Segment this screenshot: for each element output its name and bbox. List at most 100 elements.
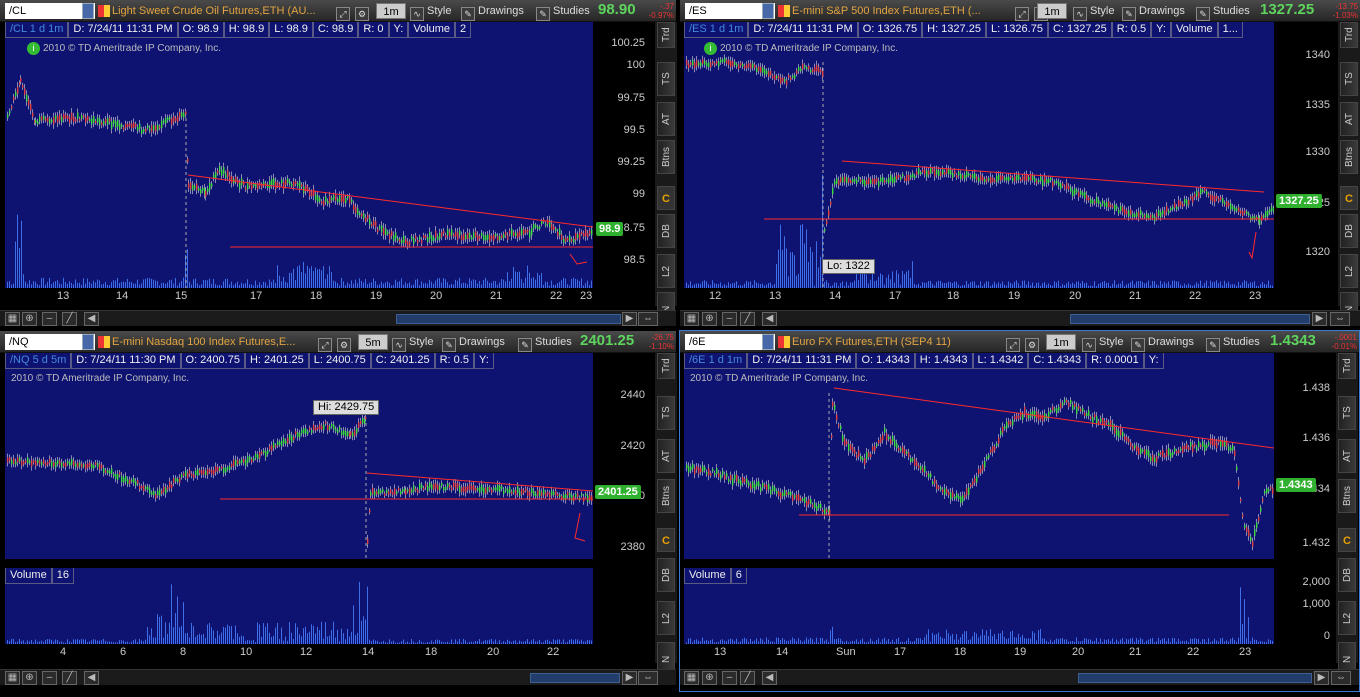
side-button-btns[interactable]: Btns — [657, 479, 675, 514]
zoom-icon[interactable]: ⊕ — [22, 312, 37, 326]
side-button-at[interactable]: AT — [657, 102, 675, 136]
scroll-left-icon[interactable]: ◀ — [762, 671, 777, 685]
side-button-db[interactable]: DB — [657, 214, 675, 248]
draw-line-icon[interactable]: ╱ — [62, 312, 77, 326]
scroll-right-icon[interactable]: ▶ — [622, 671, 637, 685]
price-axis[interactable]: 1.438 1.436 1.434 1.432 — [1274, 353, 1336, 559]
side-button-at[interactable]: AT — [1338, 438, 1356, 473]
style-button[interactable]: ∿ Style — [1082, 334, 1123, 352]
scroll-left-icon[interactable]: ◀ — [762, 312, 777, 326]
timeframe-button[interactable]: 1m — [376, 3, 406, 19]
minus-icon[interactable]: – — [42, 671, 57, 685]
symbol-dropdown[interactable] — [762, 3, 774, 19]
studies-button[interactable]: ✎ Studies — [1206, 334, 1260, 352]
price-plot[interactable]: /CL 1 d 1m D: 7/24/11 11:31 PM O: 98.9 H: 9… — [5, 22, 593, 288]
drawings-button[interactable]: ✎ Drawings — [1131, 334, 1194, 352]
price-axis[interactable]: 13401335133013251320 — [1274, 22, 1336, 288]
drawings-button[interactable]: ✎ Drawings — [1122, 3, 1185, 21]
scroll-left-icon[interactable]: ◀ — [84, 312, 99, 326]
side-button-c[interactable]: C — [657, 528, 675, 553]
studies-button[interactable]: ✎ Studies — [518, 334, 572, 352]
side-button-trd[interactable]: Trd — [657, 22, 675, 48]
drawings-button[interactable]: ✎ Drawings — [442, 334, 505, 352]
settings-icon[interactable]: ⚙ — [1025, 334, 1042, 352]
zoom-icon[interactable]: ⊕ — [22, 671, 37, 685]
chart-panel-nq[interactable]: /NQ E-mini Nasdaq 100 Index Futures,E...… — [0, 331, 677, 697]
scroll-right-icon[interactable]: ▶ — [1314, 671, 1329, 685]
time-axis[interactable]: 13 14 Sun 17 18 19 20 21 22 23 — [684, 644, 1274, 662]
side-button-db[interactable]: DB — [1340, 214, 1358, 248]
scroll-left-icon[interactable]: ◀ — [84, 671, 99, 685]
timeframe-button[interactable]: 5m — [358, 334, 388, 350]
time-axis[interactable]: 4 6 8 10 12 14 18 20 22 — [5, 644, 593, 662]
draw-line-icon[interactable]: ╱ — [740, 312, 755, 326]
side-button-ts[interactable]: TS — [657, 62, 675, 96]
side-button-btns[interactable]: Btns — [1338, 479, 1356, 514]
side-button-at[interactable]: AT — [1340, 102, 1358, 136]
side-button-l2[interactable]: L2 — [657, 254, 675, 288]
side-button-c[interactable]: C — [657, 186, 675, 210]
scroll-right-icon[interactable]: ▶ — [622, 312, 637, 326]
minus-icon[interactable]: – — [42, 312, 57, 326]
scroll-right-icon[interactable]: ▶ — [1312, 312, 1327, 326]
side-button-btns[interactable]: Btns — [657, 140, 675, 174]
expand-icon[interactable]: ⇔ — [638, 312, 658, 326]
price-axis[interactable]: 100.25 100 99.75 99.5 99.25 99 98.75 98.5 — [593, 22, 651, 288]
timeframe-button[interactable]: 1m — [1037, 3, 1067, 19]
settings-icon[interactable]: ⚙ — [355, 3, 372, 21]
grid-icon[interactable]: ▦ — [684, 671, 699, 685]
side-button-l2[interactable]: L2 — [1338, 601, 1356, 636]
timeframe-button[interactable]: 1m — [1046, 334, 1076, 350]
side-button-c[interactable]: C — [1340, 186, 1358, 210]
side-button-db[interactable]: DB — [1338, 558, 1356, 593]
minus-icon[interactable]: – — [722, 312, 737, 326]
side-button-ts[interactable]: TS — [1340, 62, 1358, 96]
side-button-db[interactable]: DB — [657, 558, 675, 593]
price-plot[interactable]: /6E 1 d 1m D: 7/24/11 11:31 PM O: 1.4343 H:… — [684, 353, 1274, 559]
expand-icon[interactable]: ⇔ — [1330, 312, 1350, 326]
expand-icon[interactable]: ⇔ — [1331, 671, 1351, 685]
time-axis[interactable]: 13 14 15 17 18 19 20 21 22 23 — [5, 288, 593, 306]
draw-line-icon[interactable]: ╱ — [740, 671, 755, 685]
studies-button[interactable]: ✎ Studies — [536, 3, 590, 21]
link-icon[interactable]: ⤢ — [336, 3, 353, 21]
price-plot[interactable]: /ES 1 d 1m D: 7/24/11 11:31 PM O: 1326.75 H… — [684, 22, 1274, 288]
scrollbar[interactable] — [530, 673, 620, 683]
side-button-l2[interactable]: L2 — [657, 601, 675, 636]
scrollbar[interactable] — [396, 314, 621, 324]
side-button-trd[interactable]: Trd — [1338, 353, 1356, 379]
symbol-dropdown[interactable] — [762, 334, 774, 350]
side-button-l2[interactable]: L2 — [1340, 254, 1358, 288]
side-button-trd[interactable]: Trd — [1340, 22, 1358, 48]
side-button-at[interactable]: AT — [657, 438, 675, 473]
volume-plot[interactable]: Volume 6 — [684, 568, 1274, 644]
style-button[interactable]: ∿ Style — [1073, 3, 1114, 21]
chart-panel-es[interactable]: /ES E-mini S&P 500 Index Futures,ETH (..… — [680, 0, 1360, 328]
side-button-trd[interactable]: Trd — [657, 353, 675, 379]
drawings-button[interactable]: ✎ Drawings — [461, 3, 524, 21]
scrollbar[interactable] — [1070, 314, 1310, 324]
settings-icon[interactable]: ⚙ — [337, 334, 354, 352]
studies-button[interactable]: ✎ Studies — [1196, 3, 1250, 21]
symbol-dropdown[interactable] — [82, 334, 94, 350]
grid-icon[interactable]: ▦ — [5, 312, 20, 326]
style-button[interactable]: ∿ Style — [392, 334, 433, 352]
link-icon[interactable]: ⤢ — [1015, 3, 1032, 21]
price-plot[interactable]: /NQ 5 d 5m D: 7/24/11 11:30 PM O: 2400.75 H… — [5, 353, 593, 559]
link-icon[interactable]: ⤢ — [318, 334, 335, 352]
chart-panel-6e[interactable]: /6E Euro FX Futures,ETH (SEP4 11) ⤢ ⚙ 1m… — [679, 330, 1360, 692]
draw-line-icon[interactable]: ╱ — [62, 671, 77, 685]
zoom-icon[interactable]: ⊕ — [702, 671, 717, 685]
side-button-ts[interactable]: TS — [657, 395, 675, 430]
grid-icon[interactable]: ▦ — [684, 312, 699, 326]
link-icon[interactable]: ⤢ — [1006, 334, 1023, 352]
symbol-dropdown[interactable] — [82, 3, 94, 19]
minus-icon[interactable]: – — [722, 671, 737, 685]
grid-icon[interactable]: ▦ — [5, 671, 20, 685]
time-axis[interactable]: 12 13 14 17 18 19 20 21 22 23 — [684, 288, 1274, 306]
price-axis[interactable]: 2440242024002380 — [593, 353, 651, 559]
scrollbar[interactable] — [1078, 673, 1312, 683]
side-button-c[interactable]: C — [1338, 528, 1356, 553]
expand-icon[interactable]: ⇔ — [638, 671, 658, 685]
volume-plot[interactable]: Volume 16 — [5, 568, 593, 644]
